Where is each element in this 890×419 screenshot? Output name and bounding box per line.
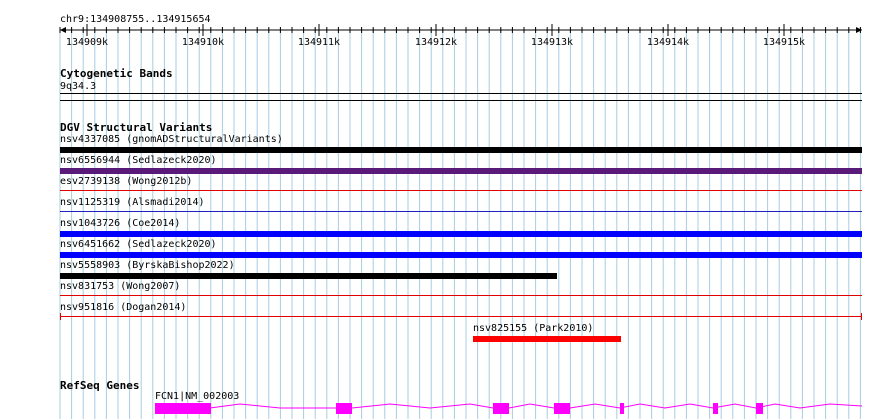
variant-bar[interactable] [473,336,621,342]
variant-bar[interactable] [60,252,862,258]
variant-cap-right [861,313,862,320]
variant-bar[interactable] [60,190,862,191]
gene-exon [336,403,352,414]
ruler-tick-label: 134910k [182,37,224,48]
gene-exon [493,403,509,414]
gene-model-fcn1[interactable] [0,0,890,419]
variant-bar[interactable] [60,147,862,153]
gene-exon [620,403,624,414]
variant-bar[interactable] [60,231,862,237]
ruler-tick-label: 134909k [66,37,108,48]
variant-label[interactable]: nsv6556944 (Sedlazeck2020) [60,155,217,167]
ruler-left-arrow [60,27,66,33]
variant-label[interactable]: nsv4337085 (gnomADStructuralVariants) [60,134,283,146]
variant-label[interactable]: esv2739138 (Wong2012b) [60,176,192,188]
ruler-tick-label: 134915k [763,37,805,48]
cytoband-label[interactable]: 9q34.3 [60,81,96,93]
gene-label[interactable]: FCN1|NM_002003 [155,391,239,403]
track-divider [60,100,862,101]
dgv-track-title[interactable]: DGV Structural Variants [60,121,212,134]
variant-label[interactable]: nsv951816 (Dogan2014) [60,302,186,314]
refseq-track-title[interactable]: RefSeq Genes [60,379,139,392]
variant-bar[interactable] [60,273,557,279]
variant-label[interactable]: nsv1043726 (Coe2014) [60,218,180,230]
variant-label[interactable]: nsv831753 (Wong2007) [60,281,180,293]
cytoband-track-title[interactable]: Cytogenetic Bands [60,67,173,80]
gene-exon [554,403,570,414]
ruler-tick-label: 134914k [647,37,689,48]
variant-bar[interactable] [60,295,862,296]
variant-bar[interactable] [60,211,862,212]
variant-cap-left [60,313,61,320]
coordinate-ruler[interactable]: 134909k 134910k 134911k 134912k 134913k 13491… [0,0,890,50]
ruler-tick-label: 134913k [531,37,573,48]
variant-bar[interactable] [60,316,862,317]
variant-label[interactable]: nsv825155 (Park2010) [473,323,593,335]
grid-lines [59,28,861,419]
ruler-tick-label: 134912k [415,37,457,48]
variant-bar[interactable] [60,168,862,174]
gene-exon [713,403,718,414]
variant-label[interactable]: nsv1125319 (Alsmadi2014) [60,197,205,209]
gene-exon [155,403,211,414]
variant-label[interactable]: nsv5558903 (ByrskaBishop2022) [60,260,235,272]
gene-intron-line [155,403,863,409]
variant-label[interactable]: nsv6451662 (Sedlazeck2020) [60,239,217,251]
ruler-tick-label: 134911k [298,37,340,48]
cytoband-ideogram-line [60,93,862,94]
gene-exon [756,403,763,414]
ruler-right-arrow [856,27,862,33]
